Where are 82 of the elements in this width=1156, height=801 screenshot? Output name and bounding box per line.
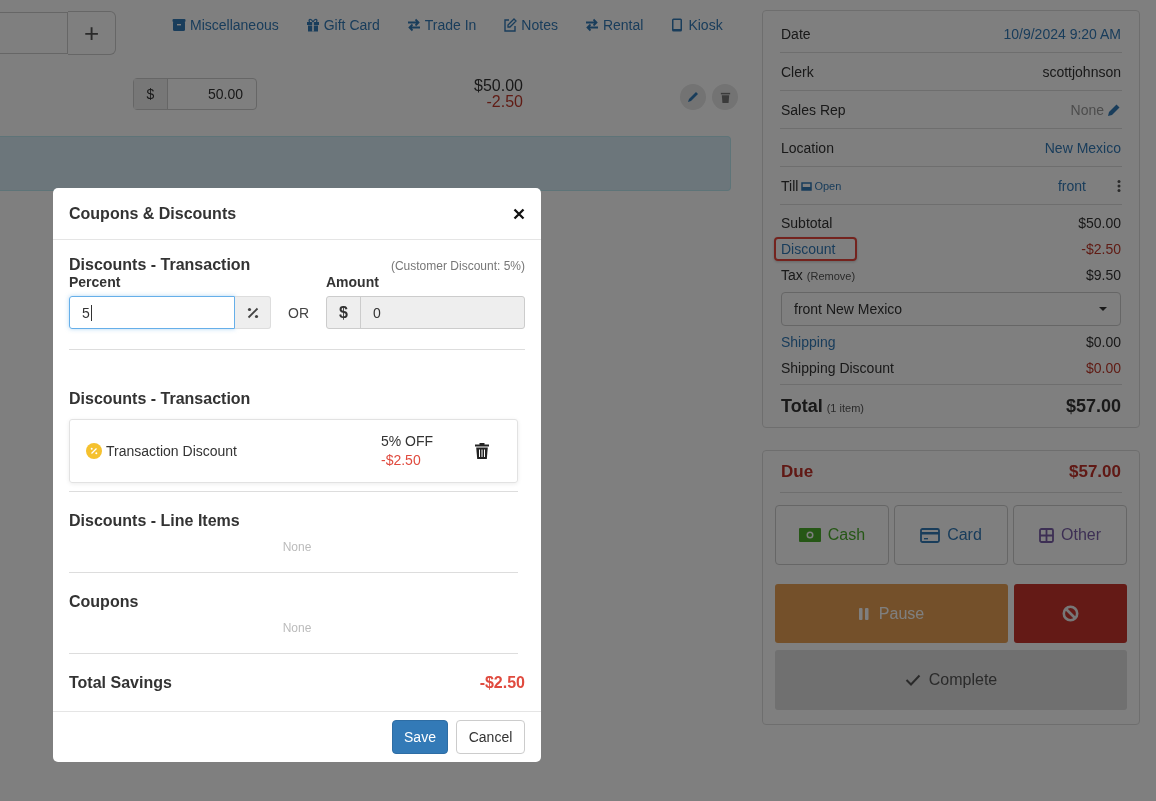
field-label: Amount	[326, 274, 380, 290]
tray-icon	[801, 181, 813, 191]
line-total: $50.00	[474, 78, 523, 94]
row-label: Till	[781, 177, 799, 194]
toolbar-link[interactable]: Rental	[584, 16, 644, 33]
toolbar-link[interactable]: Miscellaneous	[172, 16, 279, 33]
credit-card-icon	[920, 527, 941, 543]
row-value: scottjohnson	[1042, 63, 1121, 80]
total-value: $50.00	[1078, 215, 1121, 231]
total-label: Total	[781, 395, 823, 417]
pencil-icon[interactable]	[1107, 102, 1121, 117]
save-button[interactable]: Save	[392, 720, 448, 754]
due-value: $57.00	[1069, 461, 1121, 482]
prohibited-icon	[1062, 605, 1079, 622]
total-value: $9.50	[1085, 267, 1121, 283]
row-label: Location	[781, 139, 834, 156]
tablet-icon	[670, 17, 685, 32]
pause-icon	[858, 607, 869, 620]
arrows-icon	[584, 17, 599, 32]
total-label: Shipping Discount	[781, 360, 894, 376]
trash-icon[interactable]	[475, 443, 489, 459]
caret-icon	[1098, 306, 1108, 312]
box-icon	[172, 17, 186, 32]
row-label: Clerk	[781, 63, 814, 80]
remove-link[interactable]: (Remove)	[806, 270, 856, 282]
field-label: Percent	[69, 274, 122, 290]
total-label: Subtotal	[781, 215, 833, 231]
percent-field[interactable]: 5	[69, 296, 235, 329]
add-button[interactable]: +	[68, 10, 116, 55]
toolbar-link[interactable]: Kiosk	[670, 16, 723, 33]
cancel-sale-button[interactable]	[1014, 584, 1127, 643]
discount-amount: -$2.50	[381, 451, 422, 470]
percent-icon	[246, 306, 259, 319]
gift-icon	[305, 17, 320, 32]
item-count: (1 item)	[826, 401, 864, 414]
section-heading: Coupons	[69, 593, 140, 611]
close-icon[interactable]	[513, 207, 525, 220]
total-value: -$2.50	[1081, 241, 1121, 257]
row-label: Sales Rep	[781, 101, 846, 118]
discount-percent: 5% OFF	[381, 432, 435, 451]
modal-title: Coupons & Discounts	[69, 204, 237, 223]
discount-name: Transaction Discount	[106, 443, 237, 459]
total-value: $57.00	[1065, 395, 1121, 417]
section-heading: Discounts - Line Items	[69, 512, 241, 530]
row-label: Date	[781, 25, 811, 42]
pause-button[interactable]: Pause	[775, 584, 1008, 643]
due-label: Due	[781, 461, 814, 482]
more-icon[interactable]	[1117, 178, 1121, 193]
cancel-button[interactable]: Cancel	[456, 720, 525, 754]
or-label: OR	[287, 304, 310, 323]
edit-icon	[503, 17, 518, 32]
total-savings-value: -$2.50	[479, 673, 525, 692]
total-value: $0.00	[1085, 334, 1121, 350]
section-heading: Discounts - Transaction	[69, 256, 251, 274]
tax-select[interactable]: front New Mexico	[781, 292, 1121, 326]
till-status[interactable]: Open	[801, 180, 842, 192]
banknote-icon	[798, 528, 821, 542]
discount-badge-icon	[86, 443, 102, 459]
total-label: Tax	[781, 267, 803, 283]
empty-text: None	[282, 621, 312, 635]
arrows-icon	[406, 17, 421, 32]
row-value: 10/9/2024 9:20 AM	[1003, 25, 1121, 42]
edit-icon[interactable]	[680, 84, 706, 110]
total-label[interactable]: Discount	[774, 237, 858, 261]
section-heading: Discounts - Transaction	[69, 390, 252, 408]
row-value[interactable]: front	[1058, 177, 1086, 194]
total-savings-label: Total Savings	[69, 673, 172, 692]
toolbar-link[interactable]: Notes	[503, 16, 558, 33]
empty-text: None	[282, 540, 312, 554]
complete-button[interactable]: Complete	[775, 650, 1127, 710]
total-label[interactable]: Shipping	[781, 334, 836, 350]
toolbar-link[interactable]: Gift Card	[305, 16, 380, 33]
row-value: New Mexico	[1044, 139, 1121, 156]
payment-button[interactable]: Other	[1013, 505, 1127, 565]
line-discount: -2.50	[486, 94, 523, 110]
customer-discount-note: (Customer Discount: 5%)	[390, 259, 525, 273]
toolbar-link[interactable]: Trade In	[406, 16, 477, 33]
total-value: $0.00	[1085, 360, 1121, 376]
grid-icon	[1039, 527, 1054, 543]
checkmark-icon	[904, 674, 921, 686]
payment-button[interactable]: Cash	[775, 505, 889, 565]
payment-button[interactable]: Card	[894, 505, 1008, 565]
